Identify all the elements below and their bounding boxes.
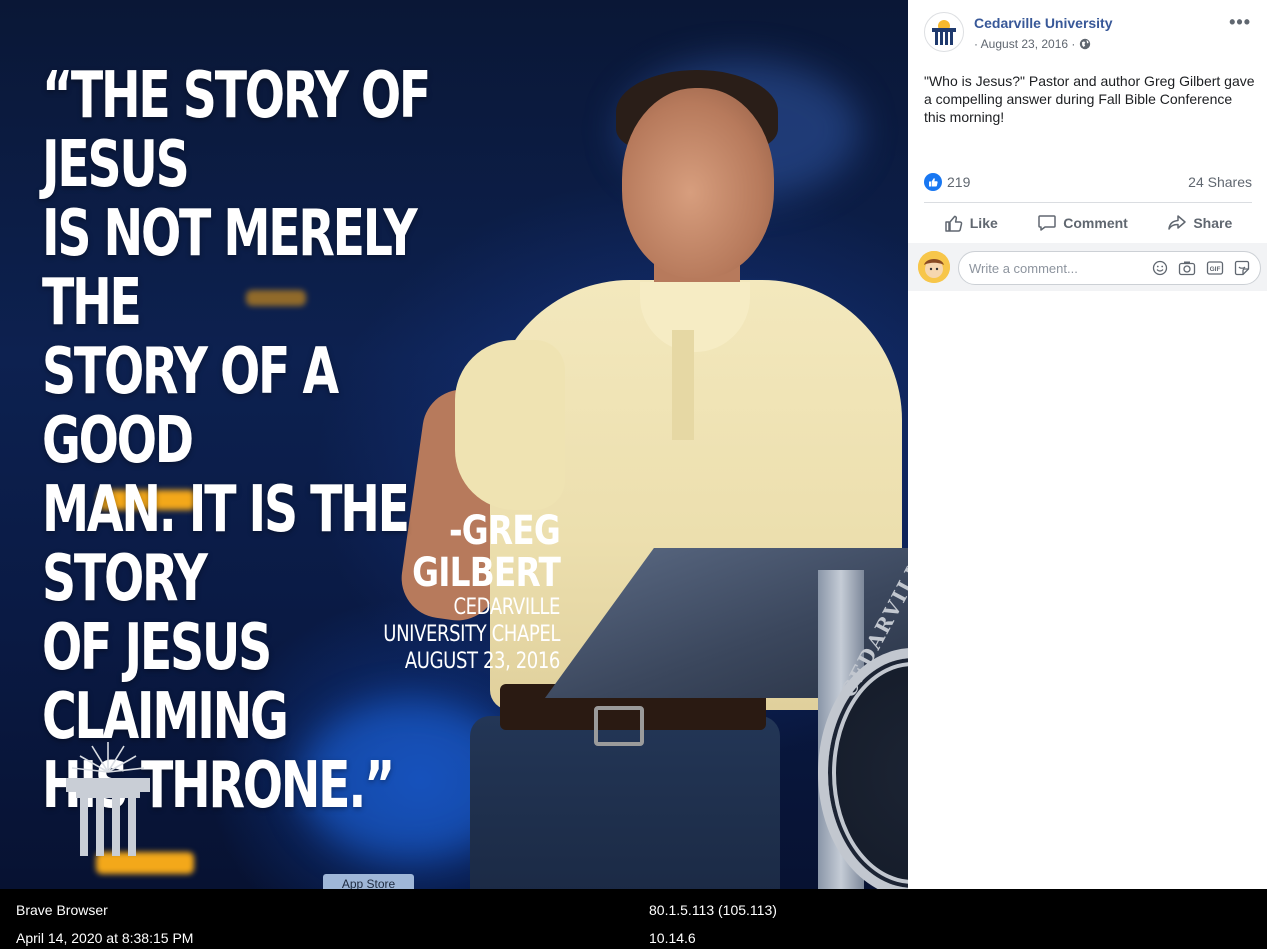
post-actions: Like Comment Share bbox=[924, 206, 1252, 240]
cedarville-logo-icon bbox=[932, 20, 956, 45]
more-options-button[interactable]: ••• bbox=[1229, 12, 1251, 33]
attribution-name: -GREG GILBERT bbox=[412, 508, 561, 596]
app-store-chip[interactable]: App Store bbox=[323, 874, 414, 889]
post-text: "Who is Jesus?" Pastor and author Greg G… bbox=[924, 73, 1255, 125]
thumbs-up-reaction-icon bbox=[924, 173, 942, 191]
user-avatar-icon bbox=[918, 251, 950, 283]
page-avatar[interactable] bbox=[924, 12, 964, 52]
os-version: 10.14.6 bbox=[649, 930, 696, 946]
comment-icon bbox=[1038, 215, 1057, 231]
post-date[interactable]: · August 23, 2016 · bbox=[974, 37, 1075, 51]
reactions-bar: 219 24 Shares bbox=[924, 170, 1252, 194]
like-count[interactable]: 219 bbox=[924, 173, 970, 191]
thumbs-up-icon bbox=[945, 215, 963, 232]
quote-attribution: -GREG GILBERT CEDARVILLE UNIVERSITY CHAP… bbox=[300, 508, 561, 675]
comment-tools: GIF bbox=[1152, 260, 1250, 276]
comment-input[interactable]: Write a comment... GIF bbox=[958, 251, 1261, 285]
share-label: Share bbox=[1193, 215, 1233, 231]
cedarville-logo-icon bbox=[66, 742, 150, 856]
page-name-link[interactable]: Cedarville University bbox=[974, 15, 1113, 31]
comment-area: Write a comment... GIF bbox=[908, 243, 1267, 291]
gif-icon[interactable]: GIF bbox=[1206, 260, 1224, 276]
photo-viewer[interactable]: CEDARVILLE “THE STORY OF JESUS IS NOT ME… bbox=[0, 0, 908, 889]
screenshot-meta-bar: Brave Browser April 14, 2020 at 8:38:15 … bbox=[0, 889, 1267, 949]
emoji-icon[interactable] bbox=[1152, 260, 1168, 276]
sticker-icon[interactable] bbox=[1234, 260, 1250, 276]
browser-name: Brave Browser bbox=[16, 902, 108, 918]
speaker-placket bbox=[672, 330, 694, 440]
like-label: Like bbox=[969, 215, 998, 231]
capture-timestamp: April 14, 2020 at 8:38:15 PM bbox=[16, 930, 194, 946]
belt-buckle bbox=[594, 706, 644, 746]
shares-count[interactable]: 24 Shares bbox=[1188, 174, 1252, 190]
browser-version: 80.1.5.113 (105.113) bbox=[649, 902, 777, 918]
globe-icon bbox=[1080, 38, 1091, 50]
share-button[interactable]: Share bbox=[1167, 213, 1232, 233]
like-button[interactable]: Like bbox=[944, 213, 998, 233]
comment-label: Comment bbox=[1063, 215, 1128, 231]
svg-text:GIF: GIF bbox=[1210, 266, 1221, 273]
user-avatar[interactable] bbox=[918, 251, 950, 283]
comment-placeholder: Write a comment... bbox=[969, 260, 1078, 276]
post-meta: · August 23, 2016 · bbox=[974, 37, 1091, 51]
camera-icon[interactable] bbox=[1178, 260, 1196, 276]
like-count-value: 219 bbox=[947, 174, 971, 190]
quote-text: “THE STORY OF JESUS IS NOT MERELY THE ST… bbox=[42, 59, 431, 823]
attribution-event: CEDARVILLE UNIVERSITY CHAPEL bbox=[383, 595, 560, 647]
speaker-sleeve bbox=[455, 340, 565, 510]
post-panel: Cedarville University · August 23, 2016 … bbox=[908, 0, 1267, 889]
speaker-head bbox=[622, 88, 774, 278]
share-icon bbox=[1168, 215, 1187, 230]
divider bbox=[924, 202, 1252, 203]
comment-button[interactable]: Comment bbox=[1037, 213, 1128, 233]
attribution-date: AUGUST 23, 2016 bbox=[404, 649, 561, 674]
